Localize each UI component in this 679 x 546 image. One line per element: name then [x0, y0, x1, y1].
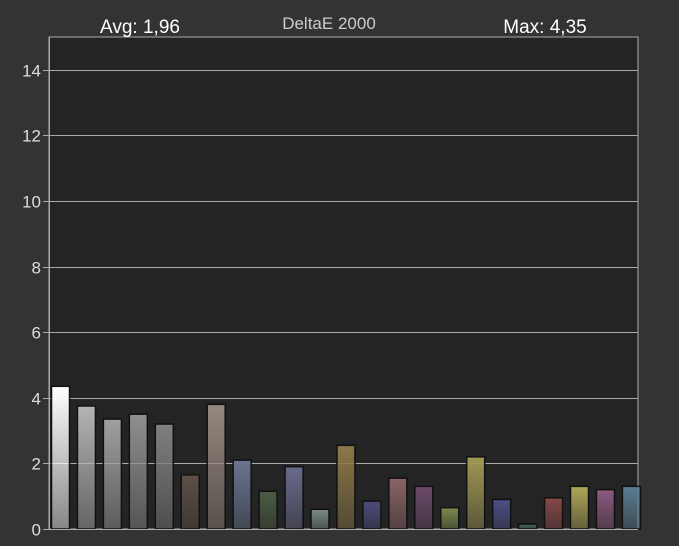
bar [440, 506, 460, 530]
bar [362, 500, 382, 530]
y-tick-label: 6 [32, 324, 41, 343]
bar [569, 485, 590, 530]
chart-title: DeltaE 2000 [282, 14, 376, 33]
bar [310, 508, 330, 530]
bar [491, 498, 512, 530]
chart-container: 0 2 4 6 8 10 12 14 Avg: 1,96 DeltaE 2000 Max: 4… [0, 0, 679, 546]
y-tick-label: 4 [32, 390, 41, 409]
deltae-bar-chart: 0 2 4 6 8 10 12 14 Avg: 1,96 DeltaE 2000 Max: 4… [22, 14, 642, 540]
bar [50, 385, 71, 530]
y-tick-label: 2 [32, 455, 41, 474]
bar [206, 403, 226, 530]
bar [128, 413, 149, 530]
bar [232, 459, 252, 530]
y-tick-label: 0 [32, 521, 41, 540]
bar [465, 456, 486, 530]
y-tick-label: 12 [22, 127, 41, 146]
y-tick-label: 14 [22, 62, 41, 81]
average-label: Avg: 1,96 [100, 17, 180, 38]
max-label: Max: 4,35 [503, 17, 586, 38]
bar [388, 477, 408, 530]
y-tick-label: 8 [32, 259, 41, 278]
bar [517, 523, 538, 530]
bar [154, 423, 175, 530]
bar [595, 488, 616, 530]
bar [180, 474, 200, 530]
bar [543, 497, 564, 530]
bar [284, 465, 304, 530]
bar [76, 405, 97, 530]
bar [414, 485, 434, 530]
y-tick-label: 10 [22, 193, 41, 212]
bar [258, 490, 278, 530]
y-axis-ticks: 0 2 4 6 8 10 12 14 [22, 62, 49, 540]
bar [336, 444, 356, 530]
bar [102, 418, 123, 530]
bar [621, 485, 642, 530]
